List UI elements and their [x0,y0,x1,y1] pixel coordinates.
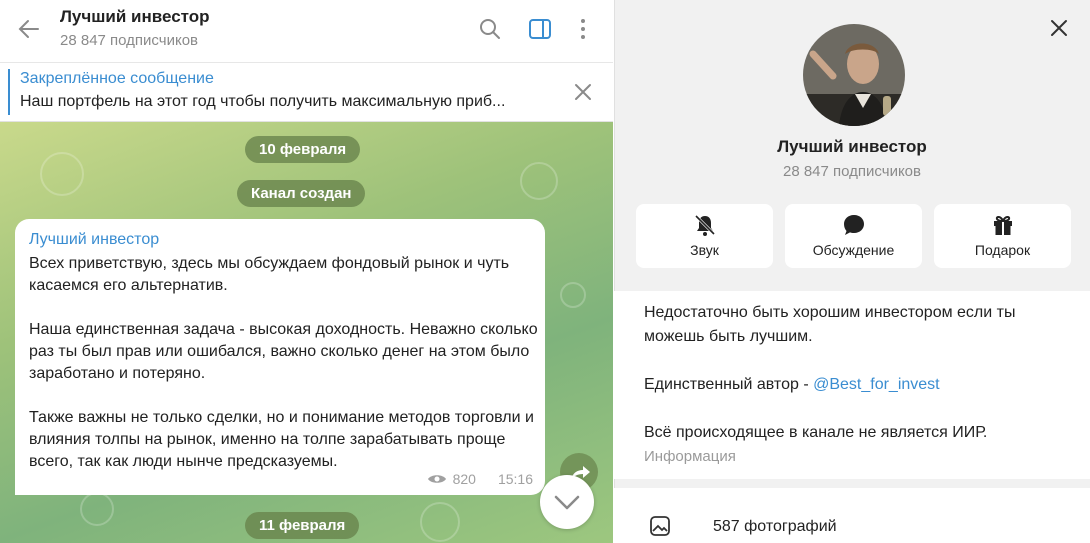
channel-title[interactable]: Лучший инвестор [60,7,210,27]
message-author[interactable]: Лучший инвестор [29,231,159,249]
chat-header: Лучший инвестор 28 847 подписчиков [0,0,613,63]
pinned-message-bar[interactable]: Закреплённое сообщение Наш портфель на э… [0,63,613,122]
message-text: Всех приветствую, здесь мы обсуждаем фон… [29,255,538,470]
eye-icon [427,475,446,483]
back-arrow-icon[interactable] [14,14,44,44]
info-description: Недостаточно быть хорошим инвестором есл… [644,301,1064,445]
message-bubble[interactable]: Лучший инвестор Всех приветствую, здесь … [15,219,545,495]
message-views: 820 [452,471,476,487]
close-pinned-icon[interactable] [570,79,596,105]
chat-bubble-icon [843,215,864,235]
info-label: Информация [644,448,736,465]
close-panel-icon[interactable] [1045,14,1073,42]
discussion-button[interactable]: Обсуждение [785,204,922,268]
profile-name: Лучший инвестор [777,137,927,156]
sound-label: Звук [690,242,719,258]
pinned-title: Закреплённое сообщение [20,70,214,87]
chevron-down-icon [554,495,580,510]
chat-panel: Лучший инвестор 28 847 подписчиков Закре… [0,0,613,543]
info-author-line: Единственный автор - @Best_for_invest [644,373,1064,397]
info-line-1: Недостаточно быть хорошим инвестором есл… [644,304,1016,345]
gift-label: Подарок [974,242,1031,258]
more-vertical-icon[interactable] [568,14,598,44]
pinned-text: Наш портфель на этот год чтобы получить … [20,93,506,110]
message-meta: 820 15:16 [427,471,533,487]
search-icon[interactable] [475,14,505,44]
service-message: Канал создан [237,180,366,207]
info-author-prefix: Единственный автор - [644,376,814,393]
channel-subscribers: 28 847 подписчиков [60,32,199,49]
gift-button[interactable]: Подарок [934,204,1071,268]
info-line-3: Всё происходящее в канале не является ИИ… [644,424,988,441]
date-separator: 10 февраля [245,136,361,163]
discussion-label: Обсуждение [812,242,895,258]
photos-count: 587 фотографий [713,518,837,535]
photo-icon [650,516,670,536]
pinned-indicator [8,69,10,115]
photos-row[interactable]: 587 фотографий [614,488,1090,543]
channel-avatar[interactable] [803,24,905,126]
sound-button[interactable]: Звук [636,204,773,268]
channel-info: Недостаточно быть хорошим инвестором есл… [614,291,1090,479]
sidebar-toggle-icon[interactable] [525,14,555,44]
author-link[interactable]: @Best_for_invest [813,376,940,393]
scroll-down-button[interactable] [540,475,594,529]
date-separator-2: 11 февраля [245,512,360,539]
chat-background: 10 февраля Канал создан Лучший инвестор … [0,122,613,543]
message-time: 15:16 [497,471,533,487]
gift-icon [993,215,1012,235]
profile-subscribers: 28 847 подписчиков [782,163,921,180]
bell-off-icon [694,214,715,236]
